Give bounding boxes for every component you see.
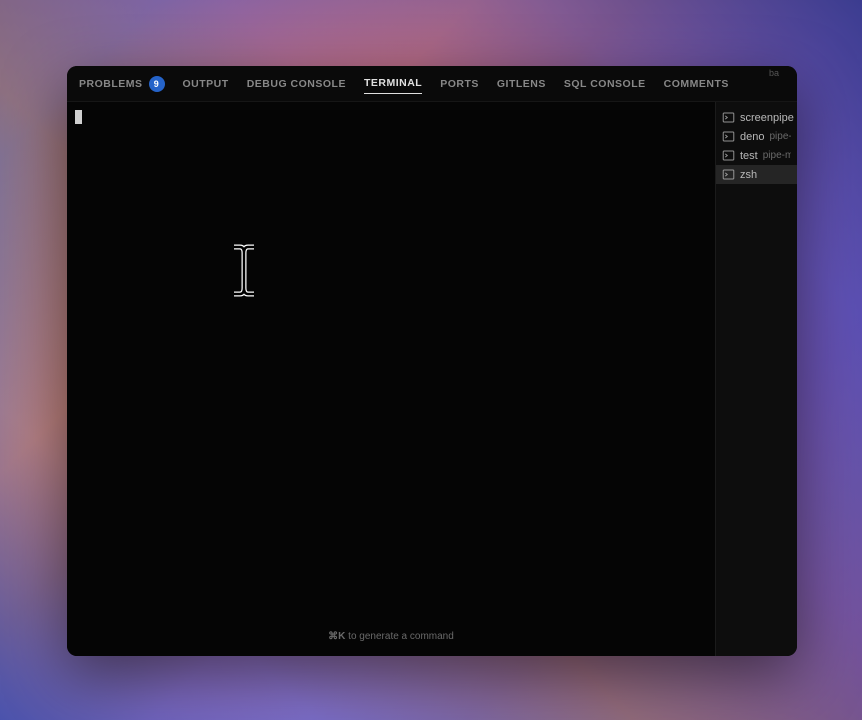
hint-text: to generate a command [345,631,453,642]
terminal-icon [722,168,735,181]
tab-label: COMMENTS [664,78,729,90]
terminal-item-name: test [740,150,758,162]
tab-label: DEBUG CONSOLE [247,78,346,90]
tab-label: GITLENS [497,78,546,90]
ibeam-cursor-icon [230,243,258,298]
panel-tabs-bar: PROBLEMS 9 OUTPUT DEBUG CONSOLE TERMINAL… [67,66,797,102]
problems-count-badge: 9 [149,76,165,92]
tab-debug-console[interactable]: DEBUG CONSOLE [247,74,346,94]
terminal-panel-window: ba PROBLEMS 9 OUTPUT DEBUG CONSOLE TERMI… [67,66,797,656]
terminal-item-name: zsh [740,169,757,181]
tab-label: PROBLEMS [79,78,143,90]
terminal-icon [722,149,735,162]
toolbar-partial-text: ba [769,68,779,78]
panel-body: ⌘K to generate a command screenpipe deno… [67,102,797,656]
terminal-item-name: screenpipe [740,112,794,124]
terminal-icon [722,130,735,143]
terminal-item-sub: pipe- [769,131,791,142]
tab-ports[interactable]: PORTS [440,74,479,94]
tab-label: OUTPUT [183,78,229,90]
terminal-item-screenpipe[interactable]: screenpipe [716,108,797,127]
terminal-item-zsh[interactable]: zsh [716,165,797,184]
terminal-item-test[interactable]: test pipe-m [716,146,797,165]
tab-gitlens[interactable]: GITLENS [497,74,546,94]
tab-terminal[interactable]: TERMINAL [364,73,422,94]
hint-shortcut-key: ⌘K [328,631,345,642]
tab-label: SQL CONSOLE [564,78,646,90]
terminal-content[interactable] [75,108,707,625]
terminal-item-deno[interactable]: deno pipe- [716,127,797,146]
terminal-item-sub: pipe-m [763,150,791,161]
tab-sql-console[interactable]: SQL CONSOLE [564,74,646,94]
tab-comments[interactable]: COMMENTS [664,74,729,94]
tab-output[interactable]: OUTPUT [183,74,229,94]
terminal-item-name: deno [740,131,764,143]
command-hint-bar: ⌘K to generate a command [75,625,707,650]
terminal-icon [722,111,735,124]
terminal-list-sidebar: screenpipe deno pipe- test pipe-m [715,102,797,656]
tab-label: PORTS [440,78,479,90]
tab-label: TERMINAL [364,77,422,89]
terminal-area[interactable]: ⌘K to generate a command [67,102,715,656]
terminal-text-cursor [75,110,82,124]
tab-problems[interactable]: PROBLEMS 9 [79,72,165,96]
